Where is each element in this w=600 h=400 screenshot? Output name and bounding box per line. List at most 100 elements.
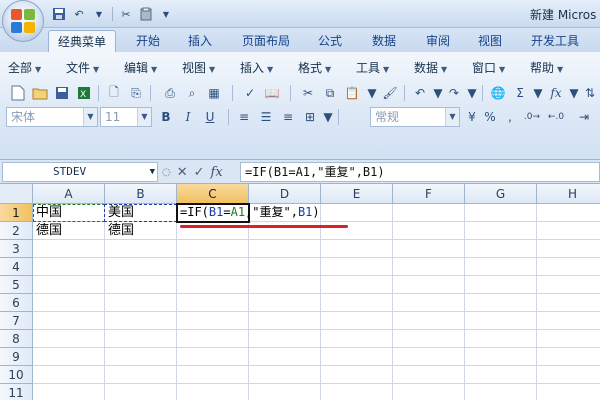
chevron-down-icon[interactable]: ▼ — [528, 83, 548, 103]
sort-ascending-icon[interactable]: ⇅ — [580, 83, 600, 103]
print-icon[interactable]: ⎙ — [160, 83, 180, 103]
cell-c1-formula[interactable]: =IF(B1=A1,"重复",B1) — [178, 204, 320, 221]
chevron-down-icon[interactable]: ▼ — [318, 107, 338, 127]
cell-a1[interactable]: 中国 — [34, 204, 104, 221]
tools-icon[interactable]: ✂ — [117, 5, 135, 23]
hyperlink-icon[interactable]: 🌐 — [488, 83, 508, 103]
align-center-icon[interactable]: ☰ — [256, 107, 276, 127]
merge-center-icon[interactable]: ⊞ — [300, 107, 320, 127]
menu-edit[interactable]: 编辑 ▼ — [124, 58, 157, 78]
office-button[interactable] — [2, 0, 44, 42]
menu-file[interactable]: 文件 ▼ — [66, 58, 99, 78]
row-header-2[interactable]: 2 — [0, 222, 33, 240]
expand-icon[interactable]: ◌ — [162, 167, 171, 178]
paste-icon[interactable]: 📋 — [342, 83, 362, 103]
tab-review[interactable]: 审阅 — [414, 30, 462, 52]
cancel-icon[interactable]: ✕ — [177, 165, 188, 180]
font-size-select[interactable]: 11 ▼ — [100, 107, 152, 127]
tab-classic-menu[interactable]: 经典菜单 — [48, 30, 116, 52]
bold-button[interactable]: B — [156, 107, 176, 127]
tab-home[interactable]: 开始 — [124, 30, 172, 52]
column-header-g[interactable]: G — [465, 184, 537, 204]
column-header-h[interactable]: H — [537, 184, 600, 204]
indent-icon[interactable]: ⇥ — [574, 107, 594, 127]
page-setup-icon[interactable]: ▦ — [204, 83, 224, 103]
column-header-b[interactable]: B — [105, 184, 177, 204]
align-right-icon[interactable]: ≡ — [278, 107, 298, 127]
chevron-down-icon[interactable]: ▼ — [462, 83, 482, 103]
tab-data[interactable]: 数据 — [360, 30, 408, 52]
row-header-5[interactable]: 5 — [0, 276, 33, 294]
tab-page-layout[interactable]: 页面布局 — [232, 30, 300, 52]
menu-all[interactable]: 全部 ▼ — [8, 58, 41, 78]
chevron-down-icon[interactable]: ▼ — [90, 5, 108, 23]
decrease-decimal-icon[interactable]: ←.0 — [546, 107, 566, 127]
tab-formulas[interactable]: 公式 — [306, 30, 354, 52]
cell-a2[interactable]: 德国 — [34, 222, 104, 239]
align-left-icon[interactable]: ≡ — [234, 107, 254, 127]
undo-icon[interactable]: ↶ — [70, 5, 88, 23]
column-header-d[interactable]: D — [249, 184, 321, 204]
row-header-6[interactable]: 6 — [0, 294, 33, 312]
spelling-icon[interactable]: ✓ — [240, 83, 260, 103]
menu-window[interactable]: 窗口 ▼ — [472, 58, 505, 78]
redo-icon[interactable]: ↷ — [444, 83, 464, 103]
print-preview-icon[interactable]: ⌕ — [182, 83, 202, 103]
row-header-3[interactable]: 3 — [0, 240, 33, 258]
formula-input[interactable]: =IF(B1=A1,"重复",B1) — [240, 162, 600, 182]
percent-button[interactable]: % — [480, 107, 500, 127]
row-header-11[interactable]: 11 — [0, 384, 33, 400]
menu-insert[interactable]: 插入 ▼ — [240, 58, 273, 78]
save-icon[interactable] — [52, 83, 72, 103]
comma-button[interactable]: , — [500, 107, 520, 127]
underline-button[interactable]: U — [200, 107, 220, 127]
row-header-4[interactable]: 4 — [0, 258, 33, 276]
column-header-e[interactable]: E — [321, 184, 393, 204]
new-document-icon[interactable] — [8, 83, 28, 103]
insert-function-icon[interactable]: fx — [211, 165, 223, 180]
excel-icon[interactable]: X — [74, 83, 94, 103]
clipboard-icon[interactable] — [137, 5, 155, 23]
row-header-9[interactable]: 9 — [0, 348, 33, 366]
open-folder-icon[interactable] — [30, 83, 50, 103]
tab-insert[interactable]: 插入 — [176, 30, 224, 52]
number-format-select[interactable]: 常规 ▼ — [370, 107, 460, 127]
menu-format[interactable]: 格式 ▼ — [298, 58, 331, 78]
increase-decimal-icon[interactable]: .0→ — [522, 107, 542, 127]
select-all-corner[interactable] — [0, 184, 33, 204]
column-header-f[interactable]: F — [393, 184, 465, 204]
menu-help[interactable]: 帮助 ▼ — [530, 58, 563, 78]
tab-view[interactable]: 视图 — [466, 30, 514, 52]
tab-developer[interactable]: 开发工具 — [522, 30, 588, 52]
column-header-c[interactable]: C — [177, 184, 249, 204]
chevron-down-icon[interactable]: ▼ — [362, 83, 382, 103]
research-icon[interactable]: 📖 — [262, 83, 282, 103]
name-box[interactable]: STDEV ▼ — [2, 162, 158, 182]
insert-function-icon[interactable]: fx — [546, 83, 566, 103]
copy-icon[interactable]: ⧉ — [320, 83, 340, 103]
menu-tools[interactable]: 工具 ▼ — [356, 58, 389, 78]
toolbar-separator — [228, 109, 229, 125]
save-icon[interactable] — [50, 5, 68, 23]
row-header-1[interactable]: 1 — [0, 204, 33, 222]
italic-button[interactable]: I — [178, 107, 198, 127]
cell-b2[interactable]: 德国 — [106, 222, 176, 239]
permission-icon[interactable]: 🗋 — [104, 83, 124, 103]
row-header-10[interactable]: 10 — [0, 366, 33, 384]
font-name-select[interactable]: 宋体 ▼ — [6, 107, 98, 127]
undo-icon[interactable]: ↶ — [410, 83, 430, 103]
format-painter-icon[interactable]: 🖌 — [380, 83, 400, 103]
autosum-icon[interactable]: Σ — [510, 83, 530, 103]
enter-icon[interactable]: ✓ — [194, 165, 205, 180]
row-header-7[interactable]: 7 — [0, 312, 33, 330]
column-header-a[interactable]: A — [33, 184, 105, 204]
menu-view[interactable]: 视图 ▼ — [182, 58, 215, 78]
menu-data[interactable]: 数据 ▼ — [414, 58, 447, 78]
cut-icon[interactable]: ✂ — [298, 83, 318, 103]
row-header-8[interactable]: 8 — [0, 330, 33, 348]
worksheet-grid[interactable]: A B C D E F G H 1 2 3 4 5 6 7 8 9 10 11 … — [0, 184, 600, 400]
cell-b1[interactable]: 美国 — [106, 204, 176, 221]
currency-icon[interactable]: ¥ — [462, 107, 482, 127]
chevron-down-icon[interactable]: ▼ — [157, 5, 175, 23]
copy-page-icon[interactable]: ⎘ — [126, 83, 146, 103]
